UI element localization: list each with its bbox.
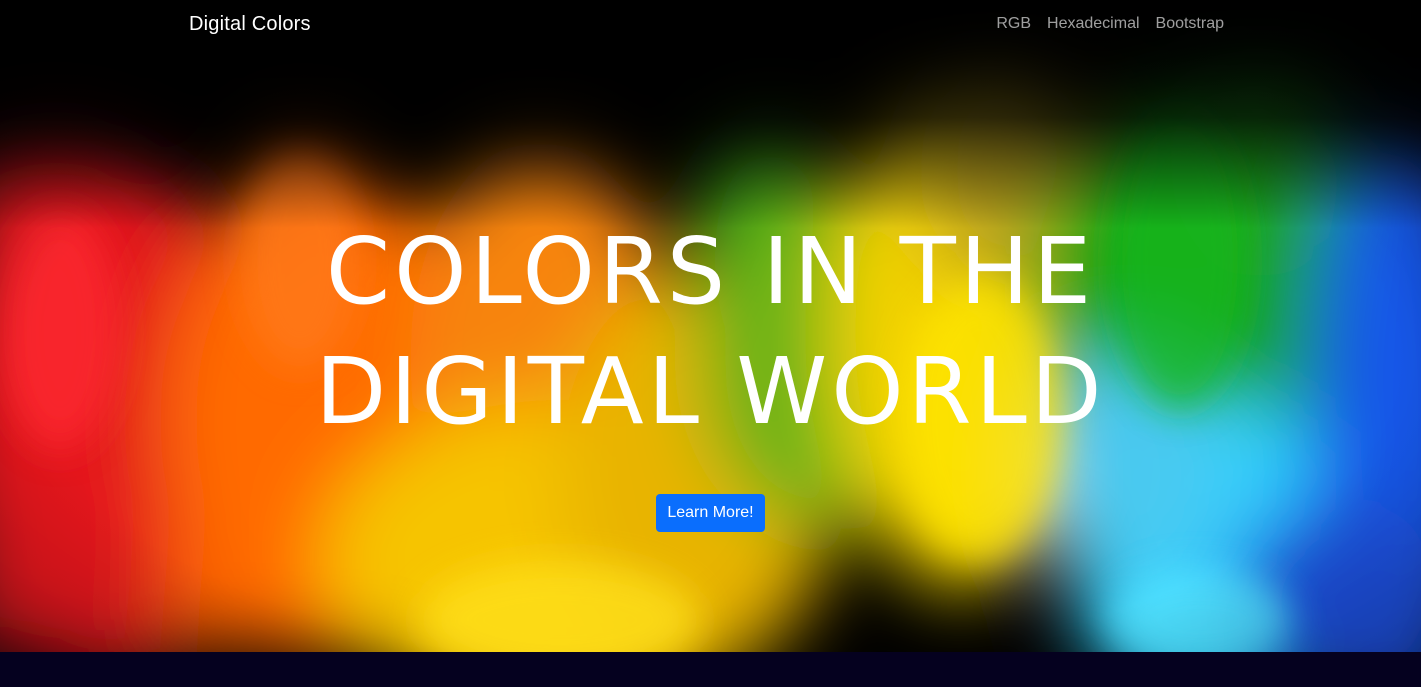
hero-headline-line2: DIGITAL WORLD: [315, 338, 1106, 445]
nav-link-rgb[interactable]: RGB: [996, 15, 1031, 33]
nav-links: RGB Hexadecimal Bootstrap: [996, 15, 1224, 33]
next-section-band: [0, 652, 1421, 687]
hero-headline: COLORS IN THE DIGITAL WORLD: [0, 212, 1421, 452]
nav-link-bootstrap[interactable]: Bootstrap: [1156, 15, 1224, 33]
hero-section: Digital Colors RGB Hexadecimal Bootstrap…: [0, 0, 1421, 652]
nav-link-hexadecimal[interactable]: Hexadecimal: [1047, 15, 1139, 33]
top-navbar: Digital Colors RGB Hexadecimal Bootstrap: [0, 0, 1421, 52]
brand-link[interactable]: Digital Colors: [189, 13, 311, 36]
learn-more-button[interactable]: Learn More!: [656, 494, 765, 532]
hero-headline-line1: COLORS IN THE: [325, 218, 1096, 325]
